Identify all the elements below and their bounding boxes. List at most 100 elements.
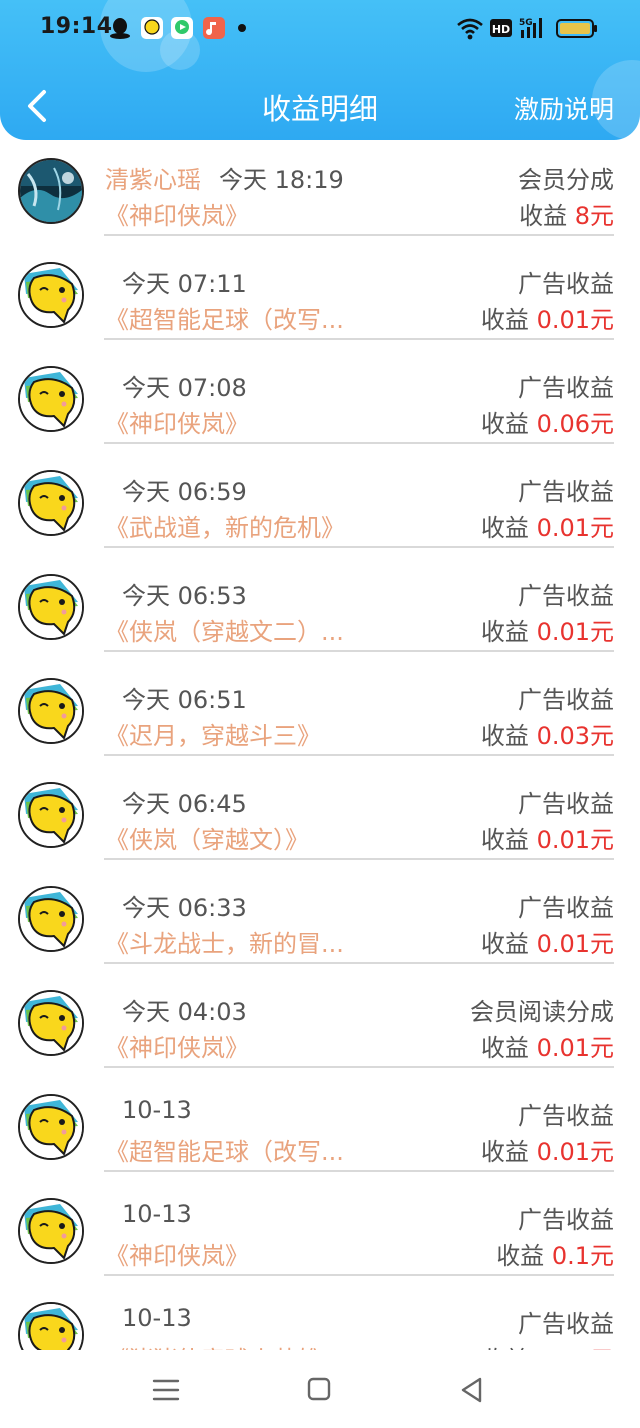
avatar [18,470,84,536]
row-divider [104,234,614,236]
income-type: 广告收益 [518,686,614,714]
income-amount-line: 收益 0.01元 [481,820,614,855]
row-line1: 今天 06:51 [122,680,247,715]
income-amount-line: 收益 0.01元 [481,508,614,543]
row-line1: 今天 07:08 [122,368,247,403]
income-type: 广告收益 [518,790,614,818]
income-label: 收益 [480,722,537,750]
home-icon[interactable] [299,1372,339,1408]
earning-row[interactable]: 10-13 《神印侠岚》 广告收益收益 0.1元 [0,1180,640,1284]
row-line1: 今天 07:11 [122,264,247,299]
earning-row[interactable]: 今天 06:51 《迟月，穿越斗三》 广告收益 收益 0.03元 [0,660,640,764]
avatar [18,1198,84,1264]
book-title: 《超智能足球（改写... [105,1138,344,1166]
status-time: 19:14 [40,14,113,39]
book-title: 《神印侠岚》 [105,202,249,230]
header-bar: 19:14 HD 5G 收益明细 激励说明 [0,0,640,140]
income-type: 会员阅读分成 [470,998,614,1026]
income-label: 收益 [480,1138,537,1166]
incentive-info-link[interactable]: 激励说明 [514,90,614,126]
income-amount-line: 收益 8元 [519,196,614,231]
row-divider [104,546,614,548]
income-type: 广告收益 [518,374,614,402]
menu-icon[interactable] [146,1372,186,1408]
income-amount: 0.06元 [536,410,614,438]
earning-row[interactable]: 10-13 《超智能足球（改写... 广告收益 收益 0.01元 [0,1076,640,1180]
book-title: 《武战道，新的危机》 [105,514,345,542]
music-app-icon [203,17,225,39]
income-type: 广告收益 [518,1206,614,1234]
income-amount: 0.1元 [551,1242,614,1270]
earning-row[interactable]: 清紫心瑶 今天 18:19 《神印侠岚》 会员分成 收益 8元 [0,140,640,244]
status-bar: 19:14 HD 5G [0,0,640,58]
income-type: 广告收益 [518,478,614,506]
back-triangle-icon[interactable] [452,1372,492,1408]
row-line1: 清紫心瑶 今天 18:19 [105,160,344,195]
book-title: 《侠岚（穿越文）》 [105,826,309,854]
income-amount: 0.01元 [536,618,614,646]
income-label: 收益 [496,1242,552,1270]
income-amount: 0.01元 [536,930,614,958]
row-line1: 10-13 [122,1096,192,1124]
row-divider [104,754,614,756]
avatar [18,886,84,952]
row-line1: 10-13 [122,1200,192,1228]
earning-row[interactable]: 今天 06:45 《侠岚（穿越文）》 广告收益 收益 0.01元 [0,764,640,868]
row-divider [104,1274,614,1276]
battery-icon [556,19,597,38]
earnings-list[interactable]: 清紫心瑶 今天 18:19 《神印侠岚》 会员分成 收益 8元 今天 07:11 《超智能足… [0,140,640,1350]
signal-icon: 5G [519,18,542,38]
income-amount-line: 收益 0.01元 [481,1132,614,1167]
avatar [18,366,84,432]
income-amount: 0.01元 [536,826,614,854]
income-amount-line: 收益 0.01元 [481,924,614,959]
avatar [18,678,84,744]
book-title: 《超智能足球（改写... [105,306,344,334]
row-time: 今天 06:53 [122,582,247,610]
qq-icon [110,18,130,39]
earning-row[interactable]: 10-13 《猪猪侠竞球小英雄... 广告收益收益 0.01元 [0,1284,640,1350]
earning-row[interactable]: 今天 06:53 《侠岚（穿越文二）... 广告收益 收益 0.01元 [0,556,640,660]
book-title: 《侠岚（穿越文二）... [105,618,344,646]
row-time: 今天 06:45 [122,790,247,818]
income-amount: 0.01元 [536,1034,614,1062]
income-label: 收益 [480,514,537,542]
earning-row[interactable]: 今天 06:33 《斗龙战士，新的冒... 广告收益 收益 0.01元 [0,868,640,972]
row-divider [104,1066,614,1068]
svg-text:HD: HD [492,23,510,36]
income-amount-line: 收益 0.03元 [481,716,614,751]
row-divider [104,1170,614,1172]
book-title: 《猪猪侠竞球小英雄... [105,1340,344,1350]
system-nav-bar [0,1350,640,1428]
avatar [18,1302,84,1350]
earning-row[interactable]: 今天 07:11 《超智能足球（改写... 广告收益 收益 0.01元 [0,244,640,348]
income-amount-line: 收益 0.01元 [481,612,614,647]
row-time: 今天 07:11 [122,270,247,298]
income-type: 广告收益 [518,1102,614,1130]
income-amount-line: 收益 0.06元 [481,404,614,439]
book-title: 《神印侠岚》 [105,1242,249,1270]
user-nickname: 清紫心瑶 [105,166,201,194]
earning-row[interactable]: 今天 07:08 《神印侠岚》 广告收益 收益 0.06元 [0,348,640,452]
income-type: 广告收益 [518,582,614,610]
income-type: 广告收益 [518,894,614,922]
row-time: 10-13 [122,1304,192,1332]
book-title: 《斗龙战士，新的冒... [105,930,344,958]
video-app-icon [171,17,193,39]
row-time: 10-13 [122,1200,192,1228]
row-time: 今天 07:08 [122,374,247,402]
svg-text:5G: 5G [519,18,533,28]
earning-row[interactable]: 今天 06:59 《武战道，新的危机》 广告收益 收益 0.01元 [0,452,640,556]
earning-row[interactable]: 今天 04:03 《神印侠岚》 会员阅读分成 收益 0.01元 [0,972,640,1076]
row-line1: 今天 06:53 [122,576,247,611]
row-line1: 今天 04:03 [122,992,247,1027]
avatar [18,1094,84,1160]
income-label: 收益 [480,306,537,334]
row-time: 10-13 [122,1096,192,1124]
income-label: 收益 [519,202,575,230]
income-label: 收益 [480,930,537,958]
hd-badge-icon: HD [490,19,512,37]
row-line1: 今天 06:59 [122,472,247,507]
income-label: 收益 [480,618,537,646]
row-time: 今天 04:03 [122,998,247,1026]
